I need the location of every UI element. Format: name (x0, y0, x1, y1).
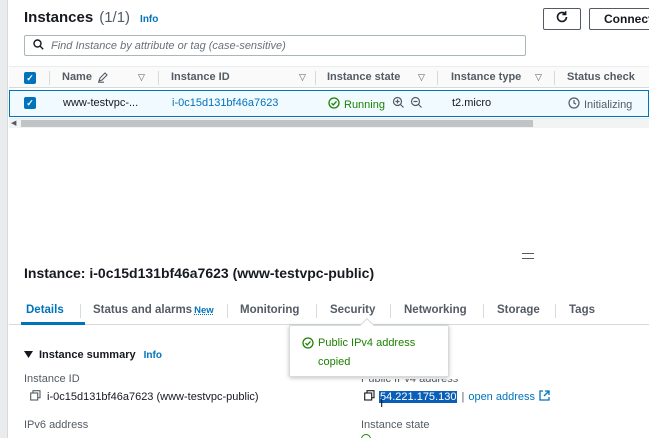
sort-icon[interactable]: ▽ (138, 72, 145, 83)
zoom-out-icon[interactable] (410, 96, 423, 114)
search-icon (33, 37, 44, 55)
copied-message: Public IPv4 address copied (318, 337, 416, 368)
row-checkbox[interactable]: ✓ (24, 97, 36, 109)
copy-icon[interactable] (364, 390, 375, 404)
sort-icon[interactable]: ▽ (299, 72, 306, 83)
tab-status-alarms[interactable]: Status and alarms New (93, 304, 214, 316)
column-divider (437, 71, 438, 85)
instance-id-value: i-0c15d131bf46a7623 (www-testvpc-public) (30, 390, 259, 404)
table-header: ✓ Name ▽ Instance ID ▽ Instance state ▽ … (9, 66, 649, 88)
row-status-label: Initializing (584, 98, 633, 111)
instances-header: Instances (1/1) Info (24, 9, 158, 26)
tab-status-alarms-label: Status and alarms (93, 304, 193, 316)
tab-divider (390, 304, 391, 318)
instance-summary-header[interactable]: Instance summary Info (24, 346, 162, 364)
ipv6-label: IPv6 address (24, 419, 89, 431)
tab-networking[interactable]: Networking (404, 304, 467, 316)
summary-info-link[interactable]: Info (144, 350, 162, 361)
row-instance-id-link[interactable]: i-0c15d131bf46a7623 (172, 97, 278, 109)
tab-security[interactable]: Security (330, 304, 375, 316)
left-scrollbar[interactable] (0, 0, 8, 438)
edit-icon[interactable] (97, 70, 109, 88)
horizontal-scrollbar[interactable]: ◀ (9, 118, 649, 128)
panel-resize-handle[interactable] (522, 253, 534, 259)
instance-state-label: Instance state (361, 419, 430, 431)
clock-icon (568, 97, 580, 112)
ec2-console: Instances (1/1) Info Connect Find Instan… (0, 0, 649, 438)
success-check-icon (302, 337, 314, 356)
active-tab-indicator (21, 322, 85, 325)
public-ipv4-value: 54.221.175.130 | open address (364, 390, 550, 404)
column-divider (554, 71, 555, 85)
instances-count: (1/1) (99, 9, 131, 26)
tab-storage[interactable]: Storage (497, 304, 540, 316)
row-status-check: Initializing (568, 97, 632, 112)
caret-down-icon (24, 346, 33, 364)
column-instance-type[interactable]: Instance type (451, 71, 521, 83)
new-badge: New (194, 305, 214, 316)
column-name[interactable]: Name (62, 71, 92, 83)
tab-divider (227, 304, 228, 318)
row-instance-type: t2.micro (452, 97, 492, 109)
column-divider (49, 71, 50, 85)
search-placeholder: Find Instance by attribute or tag (case-… (51, 39, 286, 52)
open-address-link[interactable]: open address (468, 391, 535, 403)
column-instance-id[interactable]: Instance ID (171, 71, 230, 83)
detail-tabs: Details Status and alarms New Monitoring … (9, 297, 649, 325)
column-divider (315, 71, 316, 85)
instances-info-link[interactable]: Info (140, 14, 158, 25)
tab-divider (80, 304, 81, 318)
table-row[interactable]: ✓ www-testvpc-... i-0c15d131bf46a7623 Ru… (9, 90, 649, 117)
tab-tags[interactable]: Tags (569, 304, 595, 316)
search-input[interactable]: Find Instance by attribute or tag (case-… (24, 35, 526, 56)
sort-icon[interactable]: ▽ (535, 72, 542, 83)
tab-details[interactable]: Details (26, 304, 64, 316)
column-instance-state[interactable]: Instance state (327, 71, 400, 83)
separator: | (461, 391, 465, 403)
row-state-label: Running (344, 98, 385, 111)
select-all-checkbox[interactable]: ✓ (24, 72, 36, 84)
scroll-left-icon[interactable]: ◀ (11, 119, 16, 127)
tab-divider (316, 304, 317, 318)
external-link-icon[interactable] (539, 390, 550, 404)
refresh-button[interactable] (543, 8, 581, 30)
instance-id-label: Instance ID (24, 373, 80, 385)
column-status-check[interactable]: Status check (567, 71, 635, 83)
copy-icon[interactable] (30, 390, 41, 404)
row-state: Running (328, 97, 385, 112)
sort-icon[interactable]: ▽ (418, 72, 425, 83)
tab-divider (483, 304, 484, 318)
public-ipv4-text[interactable]: 54.221.175.130 (379, 391, 458, 403)
text-cursor-icon: I (380, 396, 384, 410)
refresh-icon (555, 10, 569, 28)
state-icon (361, 434, 371, 438)
connect-button[interactable]: Connect (589, 8, 649, 30)
tab-divider (555, 304, 556, 318)
tab-monitoring[interactable]: Monitoring (240, 304, 299, 316)
success-check-icon (328, 97, 340, 112)
copied-popover: Public IPv4 address copied (289, 317, 449, 377)
instance-summary-title: Instance summary (39, 349, 136, 361)
zoom-in-icon[interactable] (392, 96, 405, 114)
scrollbar-thumb[interactable] (21, 120, 533, 127)
instances-title: Instances (24, 9, 94, 26)
instance-detail-title: Instance: i-0c15d131bf46a7623 (www-testv… (24, 265, 375, 281)
instance-id-text: i-0c15d131bf46a7623 (www-testvpc-public) (47, 391, 259, 403)
column-divider (158, 71, 159, 85)
row-name: www-testvpc-... (63, 97, 139, 109)
